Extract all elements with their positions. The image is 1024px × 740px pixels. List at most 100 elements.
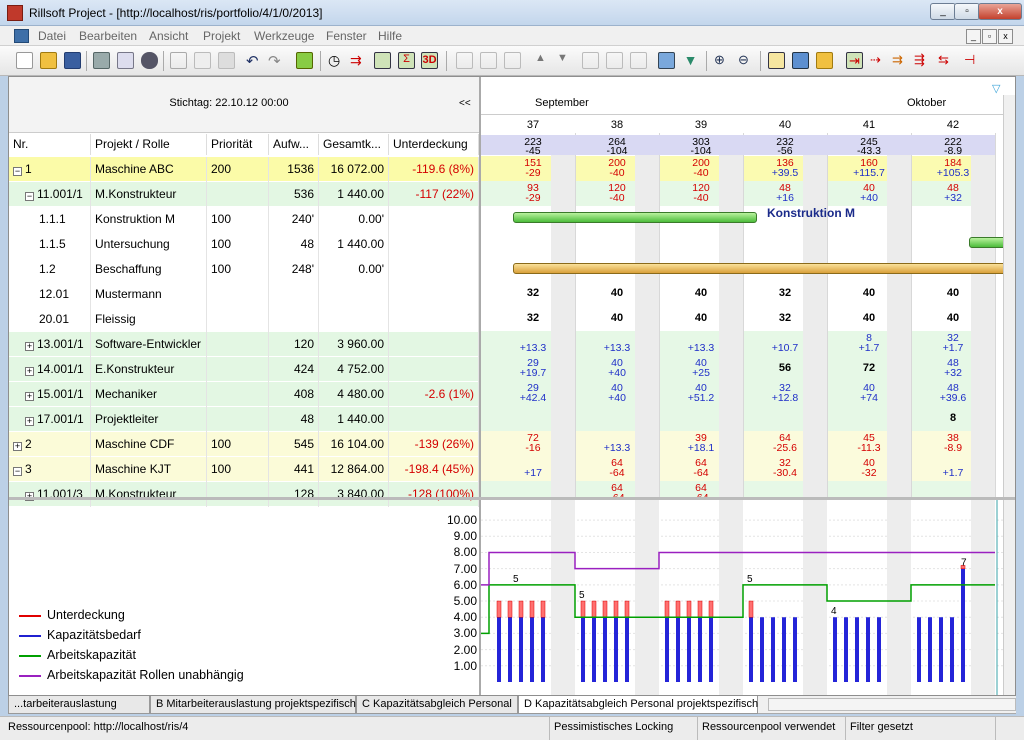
expand-toggle-icon[interactable]: +	[25, 392, 34, 401]
open-folder-icon[interactable]	[40, 52, 57, 69]
layout-split-icon[interactable]	[768, 52, 785, 69]
table-row[interactable]: +14.001/1 E.Konstrukteur 424 4 752.00	[9, 357, 479, 382]
load-value: 40	[862, 312, 876, 324]
cell-unter	[389, 207, 479, 232]
table-row[interactable]: 1.1.1 Konstruktion M 100 240' 0.00'	[9, 207, 479, 232]
filter-icon[interactable]: ▼	[682, 52, 699, 69]
expand-toggle-icon[interactable]: −	[13, 167, 22, 176]
column-header-prioritaet[interactable]: Priorität	[207, 134, 269, 155]
cell-prio: 100	[207, 207, 269, 232]
zoom-out-icon[interactable]: ⊖	[738, 52, 755, 69]
today-marker-icon: ▽	[992, 83, 1001, 95]
maximize-icon[interactable]: ▫	[954, 3, 980, 20]
shift-right-icon[interactable]: ⇶	[914, 52, 931, 69]
capacity-demand-bar	[950, 617, 954, 682]
tab-kapazitaetsabgleich[interactable]: C Kapazitätsabgleich Personal	[356, 696, 518, 714]
table-row[interactable]: 20.01 Fleissig	[9, 307, 479, 332]
menu-bearbeiten[interactable]: Bearbeiten	[79, 29, 137, 43]
clock-icon[interactable]: ◷	[328, 52, 345, 69]
redo-icon[interactable]: ↷	[268, 52, 285, 70]
capacity-demand-bar	[877, 617, 881, 682]
menu-datei[interactable]: Datei	[38, 29, 66, 43]
binoculars-icon[interactable]	[141, 52, 158, 69]
gantt-view-icon[interactable]	[374, 52, 391, 69]
copy-icon[interactable]	[194, 52, 211, 69]
save-icon[interactable]	[64, 52, 81, 69]
print-preview-icon[interactable]	[117, 52, 134, 69]
new-file-icon[interactable]	[16, 52, 33, 69]
3d-view-icon[interactable]: 3D	[421, 52, 438, 69]
link-tasks-icon[interactable]: ⇉	[350, 52, 367, 69]
column-header-unterdeckung[interactable]: Unterdeckung	[389, 134, 479, 155]
indent-icon[interactable]	[456, 52, 473, 69]
column-header-nr[interactable]: Nr.	[9, 134, 91, 155]
red-arrow-icon[interactable]: ⇢	[870, 52, 887, 69]
table-row[interactable]: +2 Maschine CDF 100 545 16 104.00 -139 (26%)	[9, 432, 479, 457]
collapse-button[interactable]: <<	[459, 98, 471, 109]
outdent-icon[interactable]	[480, 52, 497, 69]
menu-projekt[interactable]: Projekt	[203, 29, 240, 43]
menu-ansicht[interactable]: Ansicht	[149, 29, 188, 43]
paste-icon[interactable]	[218, 52, 235, 69]
table-row[interactable]: +11.001/3 M.Konstrukteur 128 3 840.00 -128 (…	[9, 482, 479, 507]
zoom-in-icon[interactable]: ⊕	[714, 52, 731, 69]
close-icon[interactable]: x	[978, 3, 1022, 20]
layout-single-icon[interactable]	[792, 52, 809, 69]
orange-arrow-icon[interactable]: ⇉	[892, 52, 909, 69]
document-icon[interactable]	[14, 29, 29, 43]
table-row[interactable]: −1 Maschine ABC 200 1536 16 072.00 -119.6 (8%…	[9, 157, 479, 182]
mdi-close-icon[interactable]: x	[998, 29, 1013, 44]
tab-kapazitaetsabgleich-projektspezifisch[interactable]: D Kapazitätsabgleich Personal projektspe…	[518, 696, 758, 714]
expand-toggle-icon[interactable]: +	[13, 442, 22, 451]
menu-fenster[interactable]: Fenster	[326, 29, 367, 43]
export-icon[interactable]	[816, 52, 833, 69]
milestone-icon[interactable]: ⇥	[846, 52, 863, 69]
move-up-icon[interactable]: ▲	[532, 52, 549, 69]
resource-number-icon[interactable]	[630, 52, 647, 69]
table-row[interactable]: −11.001/1 M.Konstrukteur 536 1 440.00 -117 (…	[9, 182, 479, 207]
task-bar-konstruktion[interactable]	[513, 212, 757, 223]
copy-view-icon[interactable]	[658, 52, 675, 69]
subtask-icon[interactable]	[504, 52, 521, 69]
load-value: +39.6	[939, 392, 967, 404]
table-row[interactable]: 1.2 Beschaffung 100 248' 0.00'	[9, 257, 479, 282]
resource-settings-icon[interactable]	[606, 52, 623, 69]
add-resource-icon[interactable]	[582, 52, 599, 69]
tab-scrollbar[interactable]	[768, 698, 1016, 711]
move-down-icon[interactable]: ▼	[554, 52, 571, 69]
table-row[interactable]: +15.001/1 Mechaniker 408 4 480.00 -2.6 (1%)	[9, 382, 479, 407]
cell-aufw: 128	[269, 482, 319, 507]
column-header-projekt[interactable]: Projekt / Rolle	[91, 134, 207, 155]
print-icon[interactable]	[93, 52, 110, 69]
expand-toggle-icon[interactable]: −	[25, 192, 34, 201]
minimize-icon[interactable]: _	[930, 3, 956, 20]
table-row[interactable]: −3 Maschine KJT 100 441 12 864.00 -198.4 (45%…	[9, 457, 479, 482]
deadline-icon[interactable]: ⊣	[964, 52, 981, 69]
levelling-icon[interactable]: Σ	[398, 52, 415, 69]
cell-nr: 1.1.5	[39, 237, 66, 251]
expand-toggle-icon[interactable]: +	[25, 342, 34, 351]
column-header-aufwand[interactable]: Aufw...	[269, 134, 319, 155]
vertical-scrollbar[interactable]	[1003, 95, 1015, 695]
expand-toggle-icon[interactable]: +	[25, 417, 34, 426]
table-row[interactable]: +17.001/1 Projektleiter 48 1 440.00	[9, 407, 479, 432]
expand-toggle-icon[interactable]: +	[25, 367, 34, 376]
menu-werkzeuge[interactable]: Werkzeuge	[254, 29, 314, 43]
column-header-gesamtkosten[interactable]: Gesamtk...	[319, 134, 389, 155]
tab-mitarbeiterauslastung[interactable]: ...tarbeiterauslastung	[8, 696, 150, 714]
puzzle-icon[interactable]	[296, 52, 313, 69]
task-bar-beschaffung[interactable]	[513, 263, 1015, 274]
table-row[interactable]: 12.01 Mustermann	[9, 282, 479, 307]
mdi-minimize-icon[interactable]: _	[966, 29, 981, 44]
undo-icon[interactable]: ↶	[246, 52, 263, 70]
table-row[interactable]: +13.001/1 Software-Entwickler 120 3 960.00	[9, 332, 479, 357]
cell-nr: 1	[25, 162, 32, 176]
table-row[interactable]: 1.1.5 Untersuchung 100 48 1 440.00	[9, 232, 479, 257]
shift-left-icon[interactable]: ⇆	[938, 52, 955, 69]
cell-prio	[207, 357, 269, 382]
cut-icon[interactable]	[170, 52, 187, 69]
expand-toggle-icon[interactable]: −	[13, 467, 22, 476]
mdi-restore-icon[interactable]: ▫	[982, 29, 997, 44]
tab-mitarbeiterauslastung-projektspezifisch[interactable]: B Mitarbeiterauslastung projektspezifisc…	[150, 696, 356, 714]
menu-hilfe[interactable]: Hilfe	[378, 29, 402, 43]
